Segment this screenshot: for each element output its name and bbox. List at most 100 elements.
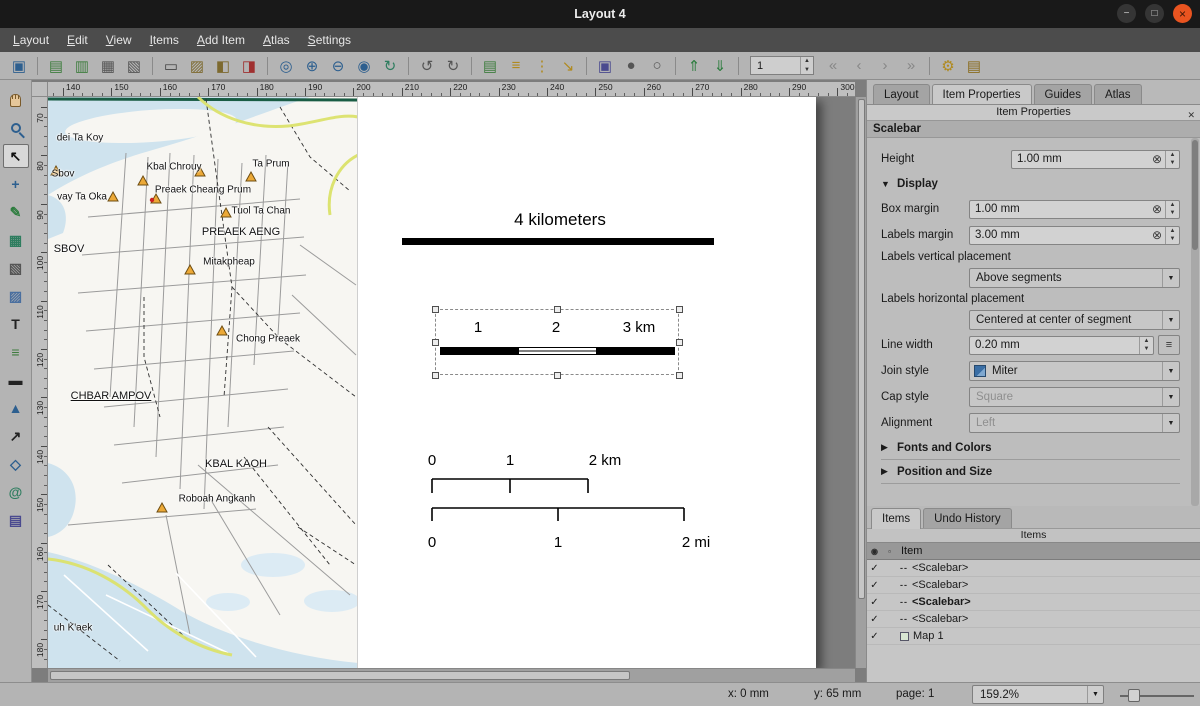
add-pages-icon[interactable]: ▤: [478, 55, 502, 77]
spin-buttons[interactable]: ▲▼: [1165, 227, 1179, 244]
save-as-template-icon[interactable]: ▦: [96, 55, 120, 77]
spin-buttons[interactable]: ▲▼: [1139, 337, 1153, 354]
add-shape-tool-button[interactable]: ▲: [3, 396, 29, 420]
export-as-svg-icon[interactable]: ◧: [211, 55, 235, 77]
selection-handle[interactable]: [432, 306, 439, 313]
scrollbar-handle[interactable]: [50, 671, 630, 680]
zoom-level-combo[interactable]: 159.2% ▼: [972, 685, 1104, 704]
canvas-horizontal-scrollbar[interactable]: [48, 668, 855, 682]
item-row[interactable]: ✓--<Scalebar>: [867, 611, 1200, 628]
page-number-spinbox[interactable]: 1▲▼: [750, 56, 814, 75]
add-picture-tool-button[interactable]: ▨: [3, 284, 29, 308]
zoom-actual-icon[interactable]: ◉: [352, 55, 376, 77]
visibility-checkbox[interactable]: ✓: [867, 563, 882, 574]
scalebar-bottom-bars[interactable]: [428, 471, 698, 531]
tab-item-properties[interactable]: Item Properties: [932, 84, 1032, 105]
redo-icon[interactable]: ↻: [441, 55, 465, 77]
refresh-view-icon[interactable]: ↻: [378, 55, 402, 77]
tab-guides[interactable]: Guides: [1034, 84, 1092, 104]
tab-layout[interactable]: Layout: [873, 84, 930, 104]
visibility-checkbox[interactable]: ✓: [867, 597, 882, 608]
tab-items[interactable]: Items: [871, 508, 921, 529]
clear-value-icon[interactable]: ⊗: [1149, 202, 1165, 216]
selection-handle[interactable]: [554, 372, 561, 379]
zoom-out-icon[interactable]: ⊖: [326, 55, 350, 77]
selection-handle[interactable]: [676, 372, 683, 379]
item-row[interactable]: ✓--<Scalebar>: [867, 577, 1200, 594]
selection-outline[interactable]: [435, 309, 679, 375]
close-icon[interactable]: ×: [1173, 4, 1192, 23]
data-defined-override-button[interactable]: ≡: [1158, 335, 1180, 355]
add-arrow-tool-button[interactable]: ↗: [3, 424, 29, 448]
item-row[interactable]: ✓--<Scalebar>: [867, 594, 1200, 611]
map-item[interactable]: dei Ta KoySbovvay Ta OkaKbal ChrouyTa Pr…: [48, 97, 358, 668]
scrollbar-handle[interactable]: [858, 99, 865, 599]
selection-handle[interactable]: [432, 372, 439, 379]
menu-settings[interactable]: Settings: [299, 30, 360, 50]
atlas-export-icon[interactable]: ▤: [962, 55, 986, 77]
menu-view[interactable]: View: [97, 30, 141, 50]
export-as-pdf-icon[interactable]: ◨: [237, 55, 261, 77]
height-spinbox[interactable]: 1.00 mm ⊗ ▲▼: [1011, 150, 1180, 169]
selection-handle[interactable]: [432, 339, 439, 346]
menu-items[interactable]: Items: [141, 30, 188, 50]
distribute-items-icon[interactable]: ⋮: [530, 55, 554, 77]
export-as-image-icon[interactable]: ▨: [185, 55, 209, 77]
box-margin-spinbox[interactable]: 1.00 mm ⊗ ▲▼: [969, 200, 1180, 219]
menu-atlas[interactable]: Atlas: [254, 30, 299, 50]
add-attribute-table-tool-button[interactable]: ▤: [3, 508, 29, 532]
menu-edit[interactable]: Edit: [58, 30, 97, 50]
resize-items-icon[interactable]: ↘: [556, 55, 580, 77]
scalebar-top-bar[interactable]: [402, 238, 714, 245]
add-scalebar-tool-button[interactable]: ▬: [3, 368, 29, 392]
menu-add-item[interactable]: Add Item: [188, 30, 254, 50]
visibility-checkbox[interactable]: ✓: [867, 580, 882, 591]
add-node-item-tool-button[interactable]: ◇: [3, 452, 29, 476]
align-items-icon[interactable]: ≡: [504, 55, 528, 77]
layout-page[interactable]: dei Ta KoySbovvay Ta OkaKbal ChrouyTa Pr…: [48, 97, 816, 668]
save-layout-icon[interactable]: ▣: [7, 55, 31, 77]
item-row[interactable]: ✓Map 1: [867, 628, 1200, 645]
line-width-spinbox[interactable]: 0.20 mm ▲▼: [969, 336, 1154, 355]
visibility-checkbox[interactable]: ✓: [867, 631, 882, 642]
spin-buttons[interactable]: ▲▼: [1165, 151, 1179, 168]
fonts-and-colors-group-header[interactable]: ▶ Fonts and Colors: [881, 436, 1180, 460]
zoom-full-icon[interactable]: ◎: [274, 55, 298, 77]
panel-close-icon[interactable]: ✕: [1187, 108, 1195, 123]
add-map-tool-button[interactable]: ▦: [3, 228, 29, 252]
atlas-settings-icon[interactable]: ⚙: [936, 55, 960, 77]
select-move-item-tool-button[interactable]: ↖: [3, 144, 29, 168]
load-from-template-icon[interactable]: ▧: [122, 55, 146, 77]
minimize-icon[interactable]: −: [1117, 4, 1136, 23]
zoom-tool-button[interactable]: [3, 116, 29, 140]
move-item-content-tool-button[interactable]: +: [3, 172, 29, 196]
add-3d-map-tool-button[interactable]: ▧: [3, 256, 29, 280]
maximize-icon[interactable]: □: [1145, 4, 1164, 23]
selection-handle[interactable]: [676, 339, 683, 346]
undo-icon[interactable]: ↺: [415, 55, 439, 77]
clear-value-icon[interactable]: ⊗: [1149, 152, 1165, 166]
zoom-slider-handle[interactable]: [1128, 689, 1140, 702]
zoom-in-icon[interactable]: ⊕: [300, 55, 324, 77]
tab-undo-history[interactable]: Undo History: [923, 508, 1011, 528]
print-layout-icon[interactable]: ▭: [159, 55, 183, 77]
scrollbar-handle[interactable]: [1192, 140, 1198, 250]
layout-canvas[interactable]: dei Ta KoySbovvay Ta OkaKbal ChrouyTa Pr…: [48, 97, 855, 668]
unlock-all-items-icon[interactable]: ○: [645, 55, 669, 77]
raise-selected-items-icon[interactable]: ⇑: [682, 55, 706, 77]
dock-scrollbar[interactable]: [1191, 138, 1199, 506]
pan-tool-button[interactable]: [3, 88, 29, 112]
labels-horizontal-placement-combo[interactable]: Centered at center of segment ▼: [969, 310, 1180, 330]
add-legend-tool-button[interactable]: ≡: [3, 340, 29, 364]
menu-layout[interactable]: Layout: [4, 30, 58, 50]
add-label-tool-button[interactable]: T: [3, 312, 29, 336]
join-style-combo[interactable]: Miter ▼: [969, 361, 1180, 381]
edit-nodes-item-tool-button[interactable]: ✎: [3, 200, 29, 224]
clear-value-icon[interactable]: ⊗: [1149, 228, 1165, 242]
tab-atlas[interactable]: Atlas: [1094, 84, 1142, 104]
group-items-icon[interactable]: ▣: [593, 55, 617, 77]
scalebar-top-label[interactable]: 4 kilometers: [514, 210, 606, 230]
selection-handle[interactable]: [554, 306, 561, 313]
visibility-checkbox[interactable]: ✓: [867, 614, 882, 625]
position-and-size-group-header[interactable]: ▶ Position and Size: [881, 460, 1180, 484]
